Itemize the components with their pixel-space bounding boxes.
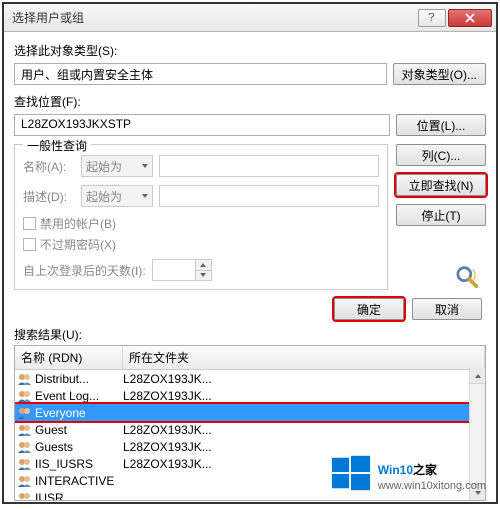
columns-button[interactable]: 列(C)... [396,144,486,166]
desc-label: 描述(D): [23,188,81,205]
name-label: 名称(A): [23,158,81,175]
table-row[interactable]: Distribut... L28ZOX193JK... [15,370,485,387]
row-name: Distribut... [35,372,89,386]
row-name: Guests [35,440,73,454]
row-folder: L28ZOX193JK... [123,423,485,437]
group-legend: 一般性查询 [23,137,91,154]
table-header: 名称 (RDN) 所在文件夹 [15,346,485,370]
desc-match-select[interactable]: 起始为 [81,185,153,207]
titlebar: 选择用户或组 ? [4,4,496,32]
watermark: Win10之家 www.win10xitong.com [330,452,486,494]
common-queries-group: 一般性查询 名称(A): 起始为 描述(D): 起始为 [14,144,388,290]
name-input[interactable] [159,155,379,177]
row-folder: L28ZOX193JK... [123,372,485,386]
table-row[interactable]: Event Log... L28ZOX193JK... [15,387,485,404]
object-types-button[interactable]: 对象类型(O)... [393,63,486,85]
object-type-label: 选择此对象类型(S): [14,42,486,59]
ok-button[interactable]: 确定 [334,298,404,320]
scroll-up-button[interactable] [470,368,485,384]
row-name: IUSR [35,491,64,501]
chevron-down-icon [142,164,148,168]
location-label: 查找位置(F): [14,93,486,110]
svg-text:?: ? [428,13,435,23]
close-button[interactable] [448,9,492,27]
row-name: Everyone [35,406,86,420]
cancel-button[interactable]: 取消 [412,298,482,320]
spin-up-button[interactable] [196,260,211,271]
disabled-accounts-checkbox[interactable]: 禁用的帐户(B) [23,215,379,232]
checkbox-icon [23,238,36,251]
desc-input[interactable] [159,185,379,207]
row-name: Guest [35,423,67,437]
no-expire-checkbox[interactable]: 不过期密码(X) [23,236,379,253]
location-field: L28ZOX193JKXSTP [14,114,390,136]
watermark-url: www.win10xitong.com [378,480,486,492]
row-name: Event Log... [35,389,99,403]
table-row[interactable]: Everyone [15,404,485,421]
locations-button[interactable]: 位置(L)... [396,114,486,136]
col-name[interactable]: 名称 (RDN) [15,346,123,369]
windows-logo-icon [330,452,372,494]
checkbox-icon [23,217,36,230]
stop-button[interactable]: 停止(T) [396,204,486,226]
watermark-title: Win10之家 [378,454,486,480]
search-icon [450,262,486,290]
row-name: INTERACTIVE [35,474,114,488]
results-label: 搜索结果(U): [14,326,486,343]
row-folder: L28ZOX193JK... [123,389,485,403]
spin-down-button[interactable] [196,271,211,281]
chevron-down-icon [142,194,148,198]
col-folder[interactable]: 所在文件夹 [123,346,485,369]
last-logon-field[interactable] [152,259,212,281]
name-match-select[interactable]: 起始为 [81,155,153,177]
object-type-field: 用户、组或内置安全主体 [14,63,387,85]
window-title: 选择用户或组 [12,9,416,26]
row-name: IIS_IUSRS [35,457,93,471]
find-now-button[interactable]: 立即查找(N) [396,174,486,196]
last-logon-label: 自上次登录后的天数(I): [23,262,146,279]
help-button[interactable]: ? [418,9,446,27]
table-row[interactable]: Guest L28ZOX193JK... [15,421,485,438]
